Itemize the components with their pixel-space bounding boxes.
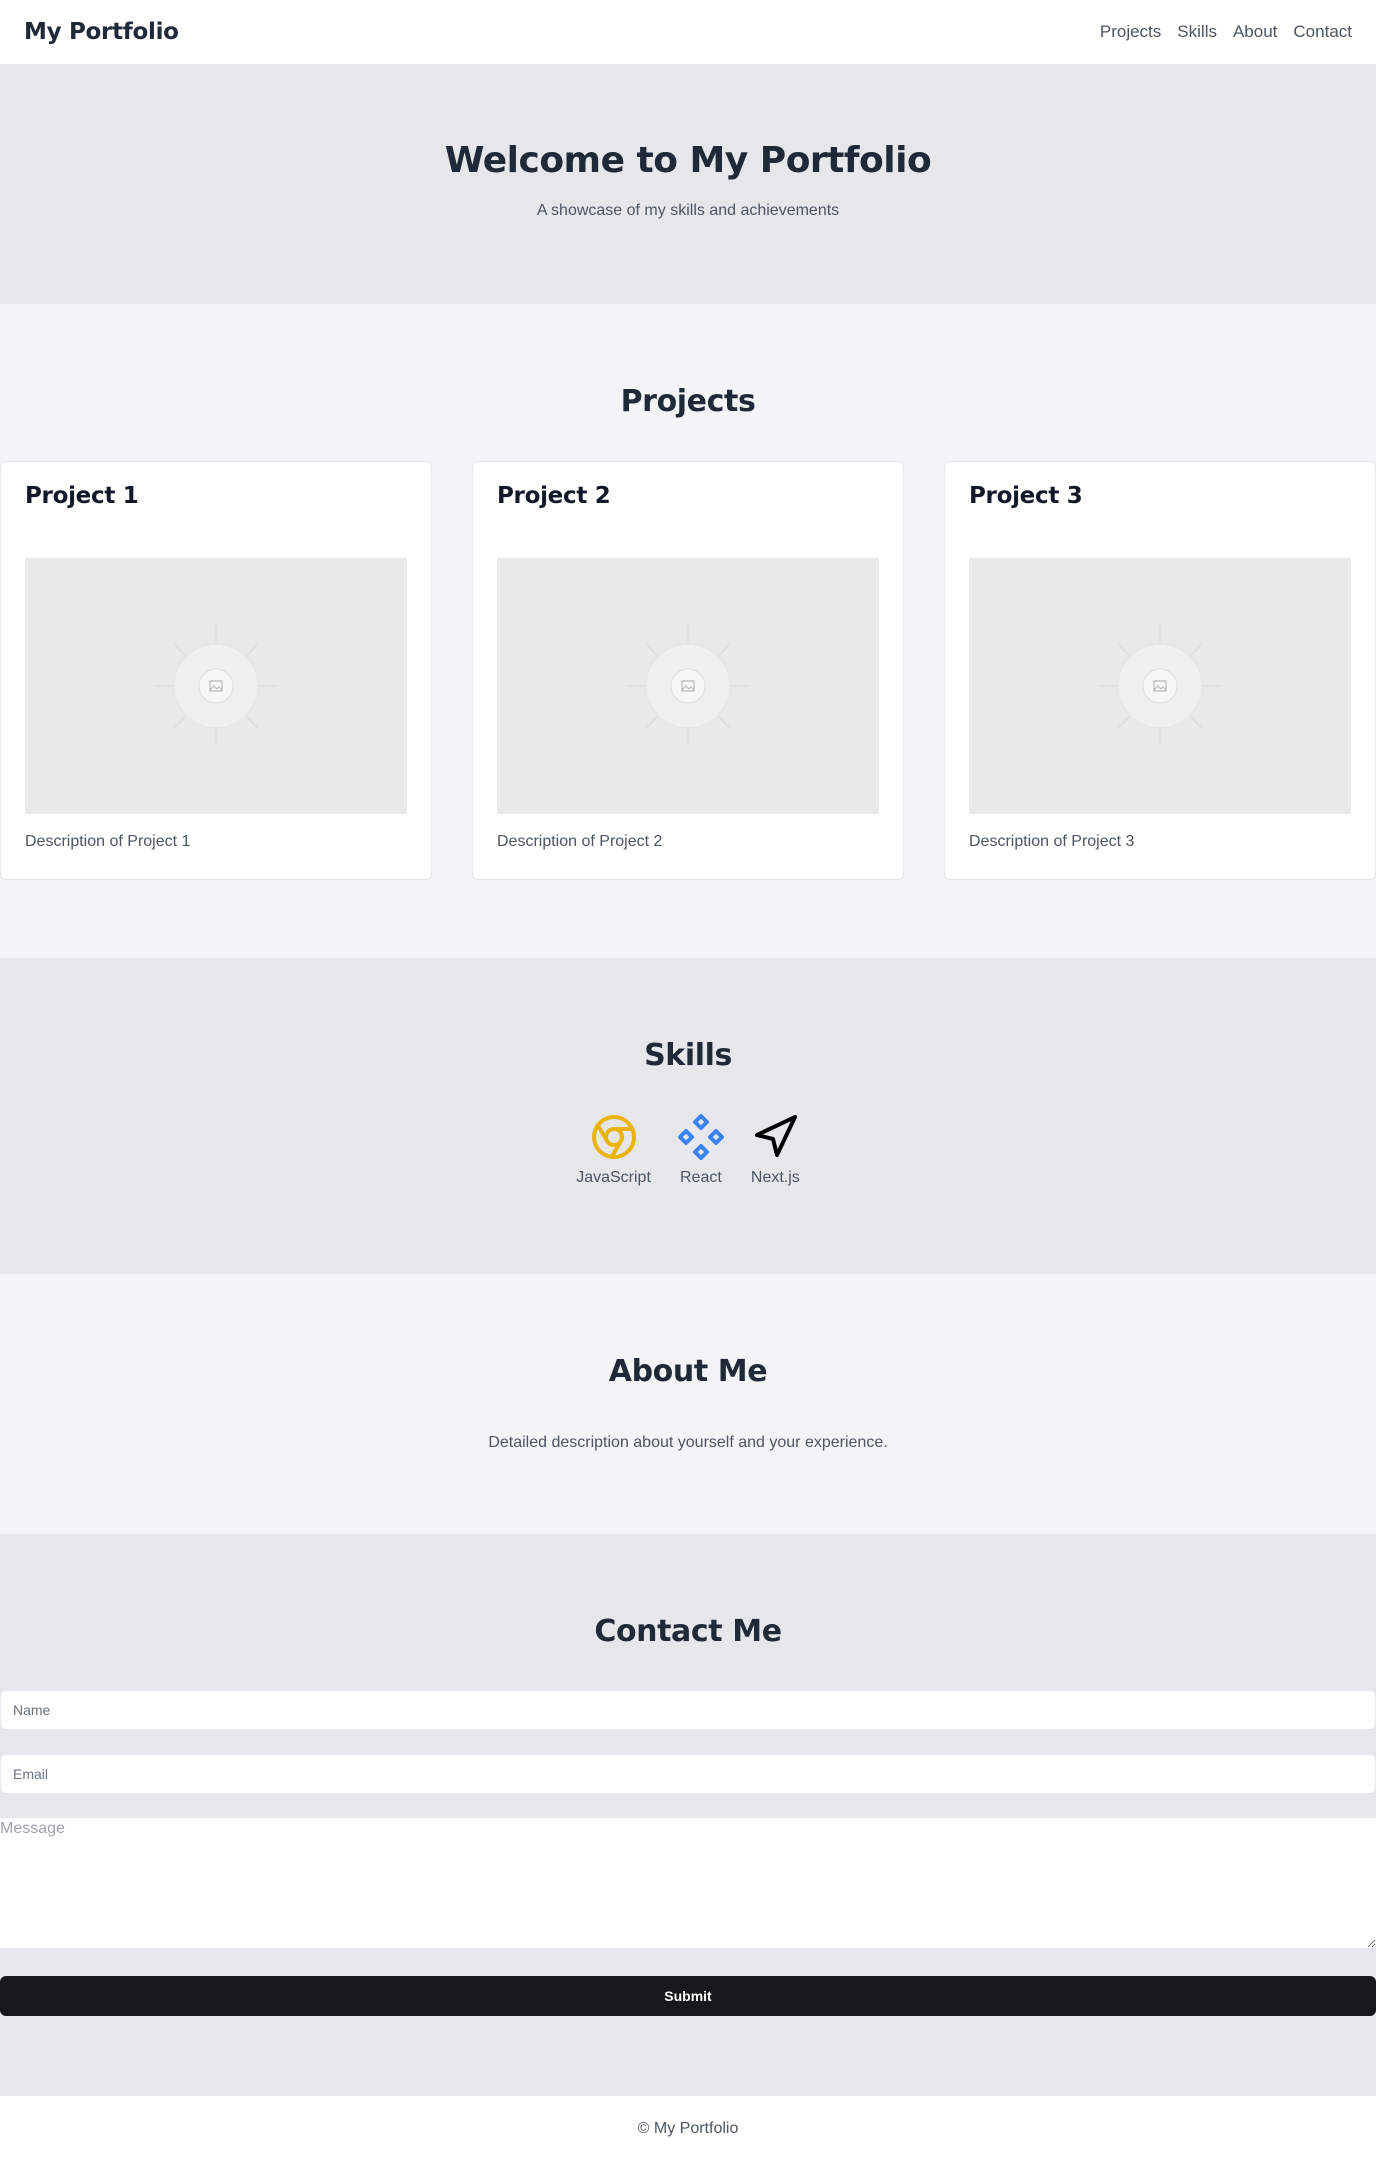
project-image xyxy=(497,558,879,814)
skills-title: Skills xyxy=(644,1038,732,1073)
skill-item-react: React xyxy=(677,1113,725,1187)
project-card-title: Project 3 xyxy=(969,483,1083,509)
project-card-title: Project 2 xyxy=(497,483,611,509)
project-card[interactable]: Project 3 Description of Project 3 xyxy=(944,461,1376,880)
project-card-description: Description of Project 2 xyxy=(497,833,663,850)
nav-link-about[interactable]: About xyxy=(1233,22,1277,42)
nav-link-projects[interactable]: Projects xyxy=(1100,22,1161,42)
chrome-icon xyxy=(591,1115,636,1159)
project-card[interactable]: Project 1 Description of Project 1 xyxy=(0,461,432,880)
project-card-description: Description of Project 3 xyxy=(969,833,1135,850)
skills-list: JavaScript React Next.js xyxy=(0,1113,1376,1187)
submit-button[interactable]: Submit xyxy=(0,1976,1376,2016)
project-image xyxy=(25,558,407,814)
skill-label: React xyxy=(679,1169,722,1186)
contact-title: Contact Me xyxy=(594,1614,782,1649)
site-header: My Portfolio Projects Skills About Conta… xyxy=(0,0,1376,64)
email-input[interactable] xyxy=(0,1754,1376,1794)
projects-title: Projects xyxy=(620,384,756,419)
message-textarea[interactable] xyxy=(0,1818,1376,1948)
site-footer: © My Portfolio xyxy=(0,2096,1376,2160)
site-brand[interactable]: My Portfolio xyxy=(24,19,179,45)
navigation-arrow-icon xyxy=(755,1115,798,1157)
about-title: About Me xyxy=(608,1354,768,1389)
project-card-description: Description of Project 1 xyxy=(25,833,191,850)
projects-section: Projects Project 1 Description of Projec… xyxy=(0,304,1376,958)
contact-section: Contact Me Submit xyxy=(0,1534,1376,2096)
footer-copyright: © My Portfolio xyxy=(637,2120,739,2137)
project-image xyxy=(969,558,1351,814)
image-placeholder-icon xyxy=(628,626,748,746)
hero-subtitle: A showcase of my skills and achievements xyxy=(536,202,840,219)
image-placeholder-icon xyxy=(1100,626,1220,746)
image-placeholder-icon xyxy=(156,626,276,746)
about-section: About Me Detailed description about your… xyxy=(0,1274,1376,1534)
project-card-title: Project 1 xyxy=(25,483,139,509)
skills-section: Skills JavaScript React Next.js xyxy=(0,958,1376,1274)
nav-link-skills[interactable]: Skills xyxy=(1177,22,1217,42)
skill-item-nextjs: Next.js xyxy=(751,1113,800,1187)
name-input[interactable] xyxy=(0,1690,1376,1730)
nav-link-contact[interactable]: Contact xyxy=(1293,22,1352,42)
project-card[interactable]: Project 2 Description of Project 2 xyxy=(472,461,904,880)
hero-section: Welcome to My Portfolio A showcase of my… xyxy=(0,64,1376,304)
main-nav: Projects Skills About Contact xyxy=(1100,22,1352,42)
hero-title: Welcome to My Portfolio xyxy=(444,140,932,181)
skill-label: Next.js xyxy=(750,1169,800,1186)
skill-label: JavaScript xyxy=(576,1169,651,1186)
about-text: Detailed description about yourself and … xyxy=(488,1434,888,1451)
diamonds-icon xyxy=(677,1114,724,1160)
skill-item-javascript: JavaScript xyxy=(576,1113,651,1187)
